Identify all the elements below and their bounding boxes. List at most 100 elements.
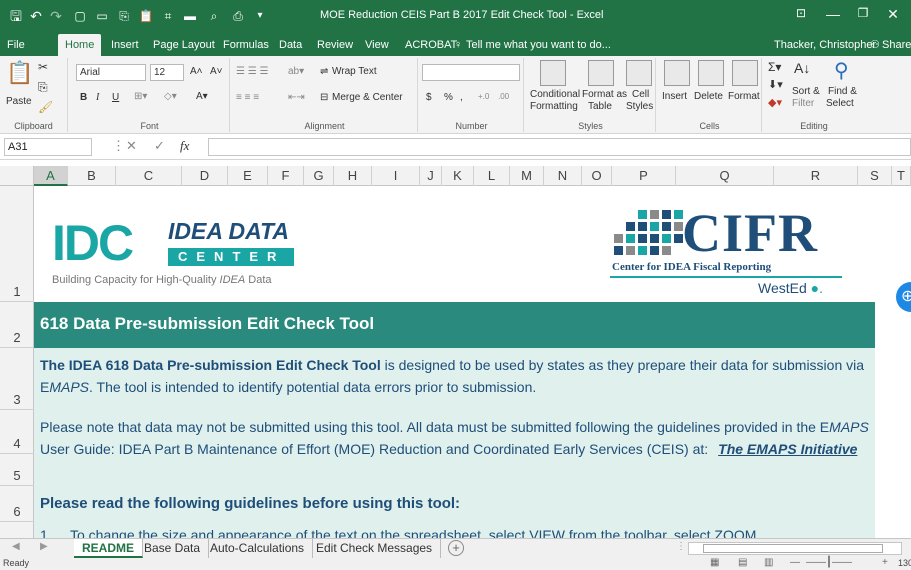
column-header-h[interactable]: H [334,166,372,186]
wrap-text-button[interactable]: Wrap Text [332,66,377,77]
bold-button[interactable]: B [80,92,87,103]
currency-button[interactable]: $ [426,92,432,103]
sheet-tab-edit-check-messages[interactable]: Edit Check Messages [308,539,442,558]
undo-icon[interactable]: ↶ [26,6,46,26]
delete-button[interactable]: Delete [694,91,723,102]
tab-data[interactable]: Data [272,34,309,56]
copy-icon[interactable]: ⎘ [38,80,48,95]
merge-icon[interactable]: ⊟ [320,92,328,103]
zoom-slider[interactable]: ——┃—— [806,557,852,568]
column-header-t[interactable]: T [892,166,911,186]
insert-function-icon[interactable]: fx [180,138,189,154]
wrap-text-icon[interactable]: ⇌ [320,66,328,77]
column-header-l[interactable]: L [474,166,510,186]
folder-icon[interactable]: ▬ [180,6,200,26]
column-header-k[interactable]: K [442,166,474,186]
tab-view[interactable]: View [358,34,396,56]
merge-center-button[interactable]: Merge & Center [332,92,403,103]
column-header-e[interactable]: E [228,166,268,186]
page-layout-view-icon[interactable]: ▤ [738,557,747,568]
column-header-s[interactable]: S [858,166,892,186]
decrease-decimal-icon[interactable]: .00 [498,92,509,101]
user-name[interactable]: Thacker, Christopher [774,34,876,56]
tab-insert[interactable]: Insert [104,34,146,56]
font-size-select[interactable]: 12 [150,64,184,81]
name-box[interactable]: A31 [4,138,92,156]
delete-cells-icon[interactable] [698,60,724,86]
number-format-select[interactable] [422,64,520,81]
format-cells-icon[interactable] [732,60,758,86]
cell-styles-icon[interactable] [626,60,652,86]
column-header-r[interactable]: R [774,166,858,186]
column-header-p[interactable]: P [612,166,676,186]
sheet-tab-readme[interactable]: README [74,539,144,558]
sort-filter-icon[interactable]: A↓ [794,60,810,76]
tab-review[interactable]: Review [310,34,360,56]
borders-icon[interactable]: ⊞▾ [134,91,147,102]
cell-styles-button[interactable]: Cell [632,89,649,100]
column-header-i[interactable]: I [372,166,420,186]
row-header-1[interactable]: 1 [0,186,34,302]
align-left-icon[interactable]: ≡ ≡ ≡ [236,92,259,103]
column-header-q[interactable]: Q [676,166,774,186]
row-header-4[interactable]: 4 [0,410,34,454]
clear-icon[interactable]: ◆▾ [768,96,782,109]
normal-view-icon[interactable]: ▦ [710,557,719,568]
horizontal-scrollbar[interactable] [688,542,902,555]
formula-input[interactable] [208,138,911,156]
align-top-icon[interactable]: ☰ ☰ ☰ [236,66,268,77]
zoom-level[interactable]: 130 [898,558,911,568]
conditional-formatting-icon[interactable] [540,60,566,86]
row-header-6[interactable]: 6 [0,486,34,522]
fill-icon[interactable]: ⬇▾ [768,78,783,91]
format-as-table-button[interactable]: Format as [582,89,627,100]
font-name-select[interactable]: Arial [76,64,146,81]
share-icon[interactable]: ⚇ [870,34,880,56]
cancel-icon[interactable]: ✕ [126,138,137,154]
find-select-button[interactable]: Find & [828,86,857,97]
grow-font-icon[interactable]: A˄ [190,66,203,77]
enter-icon[interactable]: ✓ [154,138,165,154]
paste-icon[interactable]: 📋 [6,60,33,86]
tell-me-box[interactable]: Tell me what you want to do... [466,34,611,56]
format-painter-icon[interactable]: 🖌 [38,100,53,114]
column-header-b[interactable]: B [68,166,116,186]
page-break-view-icon[interactable]: ▥ [764,557,773,568]
column-header-j[interactable]: J [420,166,442,186]
minimize-icon[interactable]: — [818,6,848,22]
print-preview-icon[interactable]: ⌕ [204,6,224,26]
autosum-icon[interactable]: Σ▾ [768,60,781,74]
next-sheet-icon[interactable]: ▶ [40,541,48,552]
new-file-icon[interactable]: ▢ [70,6,90,26]
column-header-c[interactable]: C [116,166,182,186]
column-header-a[interactable]: A [34,166,68,186]
save-icon[interactable]: 🖫 [6,6,26,26]
ribbon-display-icon[interactable]: ⊡ [786,6,816,20]
insert-cells-icon[interactable] [664,60,690,86]
sort-filter-button[interactable]: Sort & [792,86,820,97]
insert-button[interactable]: Insert [662,91,687,102]
row-header-2[interactable]: 2 [0,302,34,348]
close-icon[interactable]: ✕ [878,6,908,23]
format-as-table-icon[interactable] [588,60,614,86]
font-color-icon[interactable]: A▾ [196,91,208,102]
print-icon[interactable]: ⎙ [228,6,248,26]
indent-icon[interactable]: ⇤⇥ [288,92,305,103]
tab-splitter-icon[interactable]: ⋮ [676,541,686,552]
find-select-icon[interactable]: ⚲ [834,58,849,83]
comma-button[interactable]: , [460,92,463,103]
percent-button[interactable]: % [444,92,453,103]
tab-home[interactable]: Home [58,34,102,56]
paste-icon[interactable]: 📋 [136,6,156,26]
paste-button[interactable]: Paste [6,96,32,107]
tab-page-layout[interactable]: Page Layout [146,34,222,56]
restore-icon[interactable]: ❐ [848,6,878,20]
tab-file[interactable]: File [0,34,32,56]
zoom-out-icon[interactable]: — [790,557,800,568]
cut-icon[interactable]: ✂ [38,60,48,74]
select-all-corner[interactable] [0,166,34,186]
conditional-formatting-button[interactable]: Conditional [530,89,580,100]
column-header-g[interactable]: G [304,166,334,186]
format-button[interactable]: Format [728,91,760,102]
shrink-font-icon[interactable]: A˅ [210,66,223,77]
